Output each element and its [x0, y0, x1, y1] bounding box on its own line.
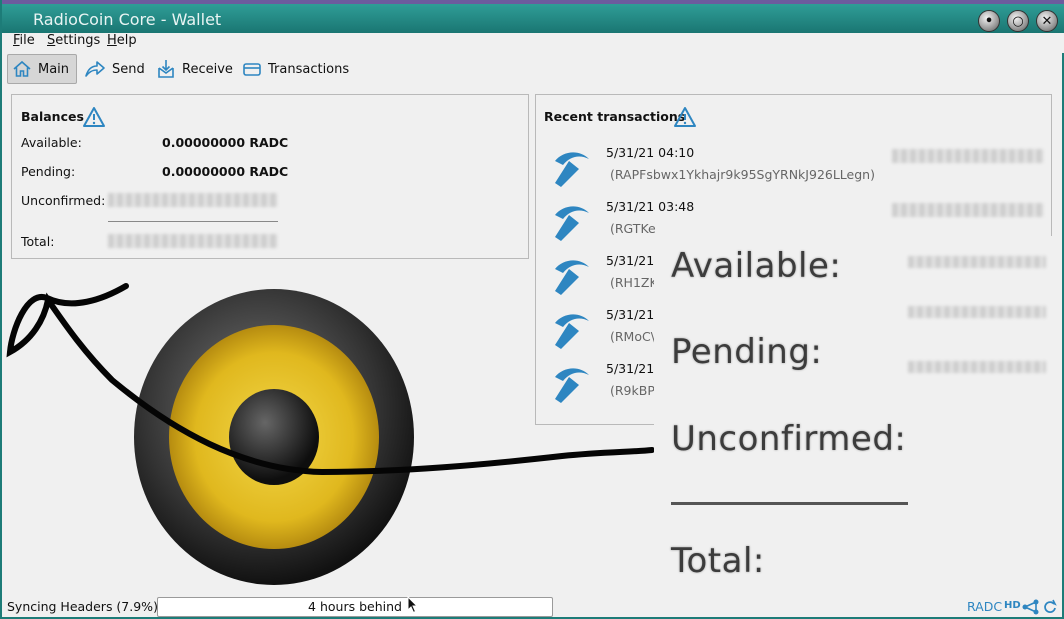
- menu-bar: File Settings Help: [4, 33, 1064, 53]
- overlay-available: Available:: [671, 246, 842, 286]
- sync-status: Syncing Headers (7.9%)...: [7, 599, 170, 614]
- overlay-redacted-2: [908, 306, 1046, 318]
- overlay-pending: Pending:: [671, 332, 823, 372]
- close-icon: ✕: [1041, 13, 1053, 29]
- pending-value: 0.00000000 RADC: [162, 164, 289, 179]
- menu-settings[interactable]: Settings: [47, 33, 100, 48]
- available-value: 0.00000000 RADC: [162, 135, 289, 150]
- tab-transactions[interactable]: Transactions: [238, 54, 353, 84]
- overlay-available-redacted: [908, 256, 1046, 268]
- mined-pickaxe-icon: [555, 206, 589, 241]
- warning-icon[interactable]: [82, 106, 106, 128]
- tab-receive[interactable]: Receive: [152, 54, 237, 84]
- menu-help[interactable]: Help: [107, 33, 137, 48]
- mouse-cursor: [407, 596, 419, 614]
- unconfirmed-label: Unconfirmed:: [21, 193, 106, 208]
- home-icon: [13, 60, 31, 77]
- progress-text: 4 hours behind: [308, 599, 402, 614]
- transaction-amount-redacted: [892, 203, 1044, 217]
- speaker-overlay: [6, 283, 655, 585]
- sync-progress-bar: 4 hours behind: [157, 597, 553, 617]
- transaction-address: (RAPFsbwx1Ykhajr9k95SgYRNkJ926LLegn): [610, 167, 875, 182]
- overlay-divider: [671, 502, 908, 505]
- available-label: Available:: [21, 135, 82, 150]
- transaction-row[interactable]: 5/31/21 04:10 (RAPFsbwx1Ykhajr9k95SgYRNk…: [536, 143, 1051, 195]
- maximize-button[interactable]: ○: [1007, 10, 1029, 32]
- transaction-amount-redacted: [892, 149, 1044, 163]
- tab-main[interactable]: Main: [7, 54, 77, 84]
- transaction-date: 5/31/21 03:48: [606, 199, 695, 214]
- balances-panel: Balances Available: 0.00000000 RADC Pend…: [11, 94, 529, 259]
- divider: [108, 221, 278, 222]
- hd-badge: HD: [1004, 600, 1021, 611]
- close-button[interactable]: ✕: [1036, 10, 1058, 32]
- warning-icon[interactable]: [673, 106, 697, 128]
- transaction-address: (RGTKe: [610, 221, 656, 236]
- send-icon: [85, 61, 105, 77]
- sync-icon[interactable]: [1043, 599, 1057, 615]
- minimize-icon: •: [984, 13, 994, 29]
- unit-label[interactable]: RADC: [967, 599, 1002, 614]
- toolbar: Main Send Receive Transactions: [4, 53, 1064, 85]
- window-title: RadioCoin Core - Wallet: [33, 10, 222, 29]
- menu-file[interactable]: File: [13, 33, 35, 48]
- total-value-redacted: [108, 234, 278, 248]
- total-label: Total:: [21, 234, 55, 249]
- receive-icon: [158, 60, 174, 78]
- overlay-total: Total:: [671, 541, 765, 581]
- transactions-icon: [243, 63, 261, 76]
- overlay-redacted-3: [908, 361, 1046, 373]
- unconfirmed-value-redacted: [108, 193, 278, 207]
- wallet-window: RadioCoin Core - Wallet • ○ ✕ File Setti…: [0, 0, 1064, 619]
- minimize-button[interactable]: •: [978, 10, 1000, 32]
- title-bar[interactable]: RadioCoin Core - Wallet • ○ ✕: [2, 0, 1064, 33]
- maximize-icon: ○: [1012, 13, 1024, 29]
- tab-send[interactable]: Send: [80, 54, 149, 84]
- tab-send-label: Send: [112, 61, 145, 77]
- tab-main-label: Main: [38, 61, 70, 77]
- zoomed-balances-overlay: Available: Pending: Unconfirmed: Total:: [654, 236, 1052, 584]
- recent-heading: Recent transactions: [544, 109, 686, 124]
- status-bar: Syncing Headers (7.9%)... 4 hours behind…: [4, 596, 1064, 618]
- tab-receive-label: Receive: [182, 61, 233, 77]
- network-icon[interactable]: [1022, 599, 1040, 615]
- balances-heading: Balances: [21, 109, 84, 124]
- transaction-date: 5/31/21: [606, 253, 655, 268]
- mined-pickaxe-icon: [555, 152, 589, 187]
- transaction-date: 5/31/21 04:10: [606, 145, 695, 160]
- pending-label: Pending:: [21, 164, 76, 179]
- overlay-unconfirmed: Unconfirmed:: [671, 419, 907, 459]
- tab-transactions-label: Transactions: [268, 61, 350, 77]
